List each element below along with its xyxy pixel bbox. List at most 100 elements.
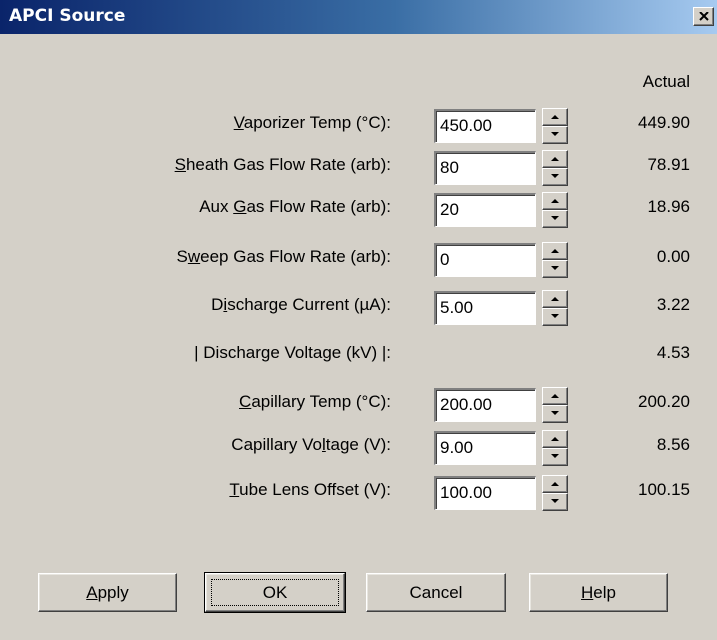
label-text: ube Lens Offset (V): [239,480,391,499]
label-text: Capillary Vo [231,435,323,454]
spin-up-button[interactable] [542,192,568,210]
capillary-voltage-field[interactable] [434,431,536,465]
arrow-up-icon [551,157,559,161]
label-mnemonic: S [174,155,186,174]
arrow-down-icon [551,132,559,136]
tube-lens-offset-field[interactable] [434,476,536,510]
spin-down-button[interactable] [542,493,568,511]
cancel-label: Cancel [409,583,463,602]
label-mnemonic: w [187,247,201,266]
tube-lens-offset-actual-value: 100.15 [638,480,690,499]
title-bar[interactable]: APCI Source [0,0,717,34]
spin-up-button[interactable] [542,108,568,126]
capillary-voltage-label: Capillary Voltage (V): [231,435,391,455]
sheath-gas-input[interactable] [440,156,530,180]
sheath-gas-label: Sheath Gas Flow Rate (arb): [175,155,391,175]
arrow-down-icon [551,216,559,220]
spin-down-button[interactable] [542,260,568,278]
close-button[interactable] [693,7,714,26]
sweep-gas-spinner[interactable] [542,242,568,278]
tube-lens-offset-spinner[interactable] [542,475,568,511]
discharge-current-field[interactable] [434,291,536,325]
label-text: as Flow Rate (arb): [246,197,391,216]
aux-gas-field[interactable] [434,193,536,227]
close-icon [699,12,709,21]
arrow-up-icon [551,199,559,203]
label-text: aporizer Temp (°C): [243,113,391,132]
spin-down-button[interactable] [542,168,568,186]
sheath-gas-actual-value: 78.91 [647,155,690,174]
tube-lens-offset-input[interactable] [440,481,530,505]
spin-up-button[interactable] [542,430,568,448]
discharge-voltage-label: | Discharge Voltage (kV) |: [194,343,391,363]
label-mnemonic: T [229,480,240,499]
spin-up-button[interactable] [542,242,568,260]
spin-down-button[interactable] [542,126,568,144]
arrow-up-icon [551,297,559,301]
vaporizer-temp-input[interactable] [440,114,530,138]
capillary-temp-field[interactable] [434,388,536,422]
help-button[interactable]: Help [529,573,668,612]
capillary-voltage-spinner[interactable] [542,430,568,466]
label-text: heath Gas Flow Rate (arb): [185,155,391,174]
spin-down-button[interactable] [542,448,568,466]
label-text: tage (V): [325,435,391,454]
actual-column-header: Actual [642,72,690,91]
ok-button[interactable]: OK [204,572,346,613]
spin-down-button[interactable] [542,405,568,423]
discharge-current-actual-value: 3.22 [656,295,690,314]
vaporizer-temp-field[interactable] [434,109,536,143]
label-mnemonic: G [233,197,247,216]
label-text: Aux [199,197,234,216]
spin-down-button[interactable] [542,210,568,228]
capillary-voltage-input[interactable] [440,436,530,460]
label-text: apillary Temp (°C): [251,392,391,411]
arrow-up-icon [551,482,559,486]
aux-gas-spinner[interactable] [542,192,568,228]
cancel-button[interactable]: Cancel [366,573,506,612]
sheath-gas-field[interactable] [434,151,536,185]
sweep-gas-label: Sweep Gas Flow Rate (arb): [177,247,391,267]
arrow-up-icon [551,394,559,398]
label-mnemonic: V [233,113,244,132]
discharge-current-input[interactable] [440,296,530,320]
capillary-temp-label: Capillary Temp (°C): [239,392,391,412]
capillary-temp-actual-value: 200.20 [638,392,690,411]
label-mnemonic: C [239,392,252,411]
discharge-voltage-actual-value: 4.53 [656,343,690,362]
arrow-down-icon [551,266,559,270]
capillary-temp-input[interactable] [440,393,530,417]
spin-up-button[interactable] [542,150,568,168]
spin-up-button[interactable] [542,290,568,308]
spin-up-button[interactable] [542,475,568,493]
arrow-up-icon [551,437,559,441]
arrow-down-icon [551,411,559,415]
capillary-temp-spinner[interactable] [542,387,568,423]
arrow-down-icon [551,454,559,458]
capillary-voltage-actual-value: 8.56 [656,435,690,454]
spin-down-button[interactable] [542,308,568,326]
aux-gas-actual-value: 18.96 [647,197,690,216]
help-mnemonic: H [581,583,594,602]
label-text: | Discharge Voltage (kV) |: [194,343,391,362]
label-text: eep Gas Flow Rate (arb): [200,247,391,266]
dialog-title: APCI Source [9,6,126,26]
vaporizer-temp-spinner[interactable] [542,108,568,144]
sweep-gas-field[interactable] [434,243,536,277]
label-text: S [176,247,188,266]
apply-label: pply [97,583,129,602]
apply-button[interactable]: Apply [38,573,177,612]
label-text: D [211,295,224,314]
sheath-gas-spinner[interactable] [542,150,568,186]
sweep-gas-input[interactable] [440,248,530,272]
aux-gas-label: Aux Gas Flow Rate (arb): [199,197,391,217]
vaporizer-temp-label: Vaporizer Temp (°C): [234,113,391,133]
discharge-current-spinner[interactable] [542,290,568,326]
spin-up-button[interactable] [542,387,568,405]
apci-source-dialog: APCI Source Actual Vaporizer Temp (°C): 4… [0,0,717,640]
arrow-down-icon [551,314,559,318]
arrow-up-icon [551,249,559,253]
arrow-up-icon [551,115,559,119]
label-text: scharge Current (µA): [227,295,391,314]
aux-gas-input[interactable] [440,198,530,222]
